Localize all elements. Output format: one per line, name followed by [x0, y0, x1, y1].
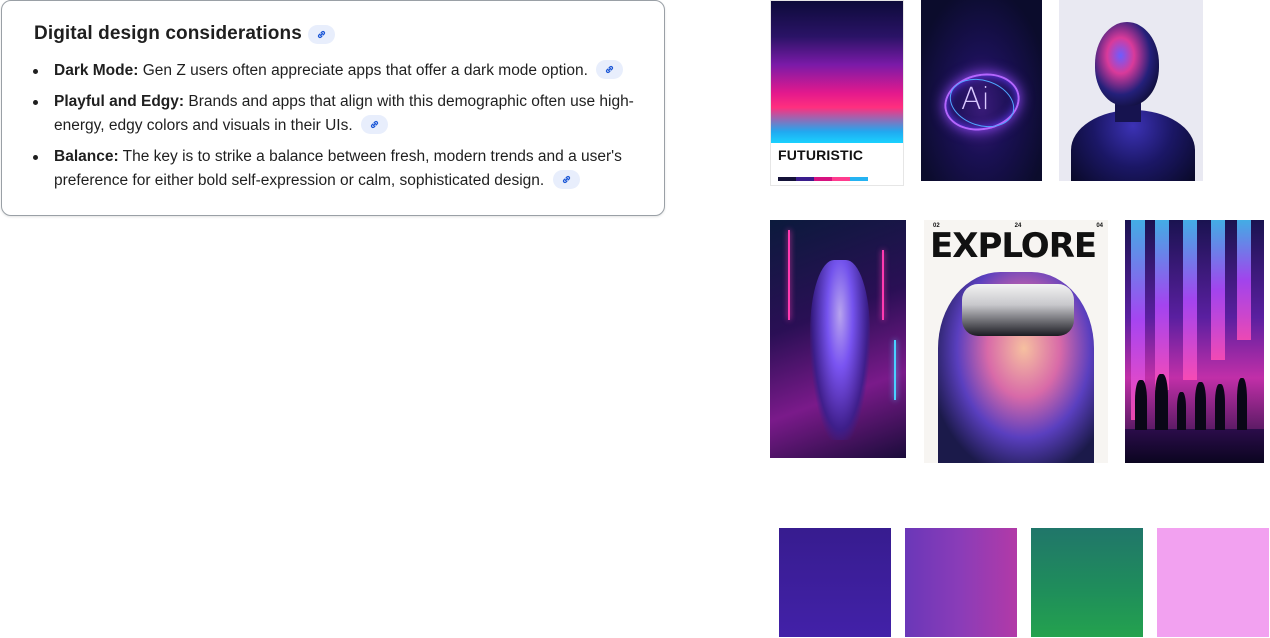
silhouettes	[1133, 350, 1253, 430]
source-link[interactable]	[360, 115, 388, 135]
neon-line	[882, 250, 884, 320]
link-icon	[370, 121, 379, 129]
figure-glow	[810, 260, 870, 440]
person-silhouette	[1215, 384, 1225, 430]
source-link[interactable]	[552, 170, 580, 190]
neon-line	[788, 230, 790, 320]
floor-reflection	[1125, 429, 1264, 463]
poster-num: 04	[1096, 223, 1103, 229]
item-text: The key is to strike a balance between f…	[54, 148, 622, 189]
color-swatch-indigo[interactable]	[779, 528, 891, 637]
color-swatch-pink[interactable]	[1157, 528, 1269, 637]
list-item: Playful and Edgy: Brands and apps that a…	[30, 90, 640, 138]
neon-gallery-image[interactable]	[1125, 220, 1264, 463]
chrome-head-image[interactable]	[1059, 0, 1203, 181]
link-icon	[317, 30, 325, 38]
poster-title: FUTURISTIC	[778, 147, 864, 163]
color-swatch-purple[interactable]	[905, 528, 1017, 637]
person-silhouette	[1155, 374, 1168, 430]
swatch-chip	[778, 177, 796, 181]
list-item: Dark Mode: Gen Z users often appreciate …	[30, 59, 640, 83]
head	[1095, 22, 1159, 106]
item-label: Playful and Edgy:	[54, 93, 185, 110]
hologram-woman-image[interactable]	[770, 220, 906, 458]
card-title: Digital design considerations	[34, 23, 335, 45]
neon-line	[894, 340, 896, 400]
poster-title: EXPLORE	[930, 226, 1097, 266]
swatch-chip	[832, 177, 850, 181]
color-swatch-green[interactable]	[1031, 528, 1143, 637]
person-silhouette	[1177, 392, 1186, 430]
person-silhouette	[1135, 380, 1147, 430]
source-link[interactable]	[596, 60, 624, 80]
swatch-chip	[850, 177, 868, 181]
swatch-chip	[796, 177, 814, 181]
poster-swatches	[778, 177, 868, 181]
item-text: Gen Z users often appreciate apps that o…	[142, 62, 588, 79]
title-source-link[interactable]	[307, 24, 335, 44]
ai-logo-text: Ai	[961, 82, 990, 117]
list-item: Balance: The key is to strike a balance …	[30, 145, 640, 193]
ai-overview-card: Digital design considerations Dark Mode:…	[1, 0, 665, 216]
gradient-band	[771, 1, 903, 143]
explore-vr-poster-image[interactable]: 02 24 04 EXPLORE	[924, 220, 1108, 463]
light-panel	[1211, 220, 1225, 360]
card-title-text: Digital design considerations	[34, 23, 302, 44]
person-silhouette	[1237, 378, 1247, 430]
person-silhouette	[1195, 382, 1206, 430]
link-icon	[562, 176, 570, 184]
light-panel	[1237, 220, 1251, 340]
vr-headset	[962, 284, 1074, 336]
swatch-chip	[814, 177, 832, 181]
link-icon	[606, 66, 614, 74]
ai-neon-image[interactable]: Ai	[921, 0, 1042, 181]
item-label: Balance:	[54, 148, 119, 165]
item-label: Dark Mode:	[54, 62, 139, 79]
consideration-list: Dark Mode: Gen Z users often appreciate …	[30, 59, 640, 200]
futuristic-poster-image[interactable]: FUTURISTIC	[770, 0, 904, 186]
